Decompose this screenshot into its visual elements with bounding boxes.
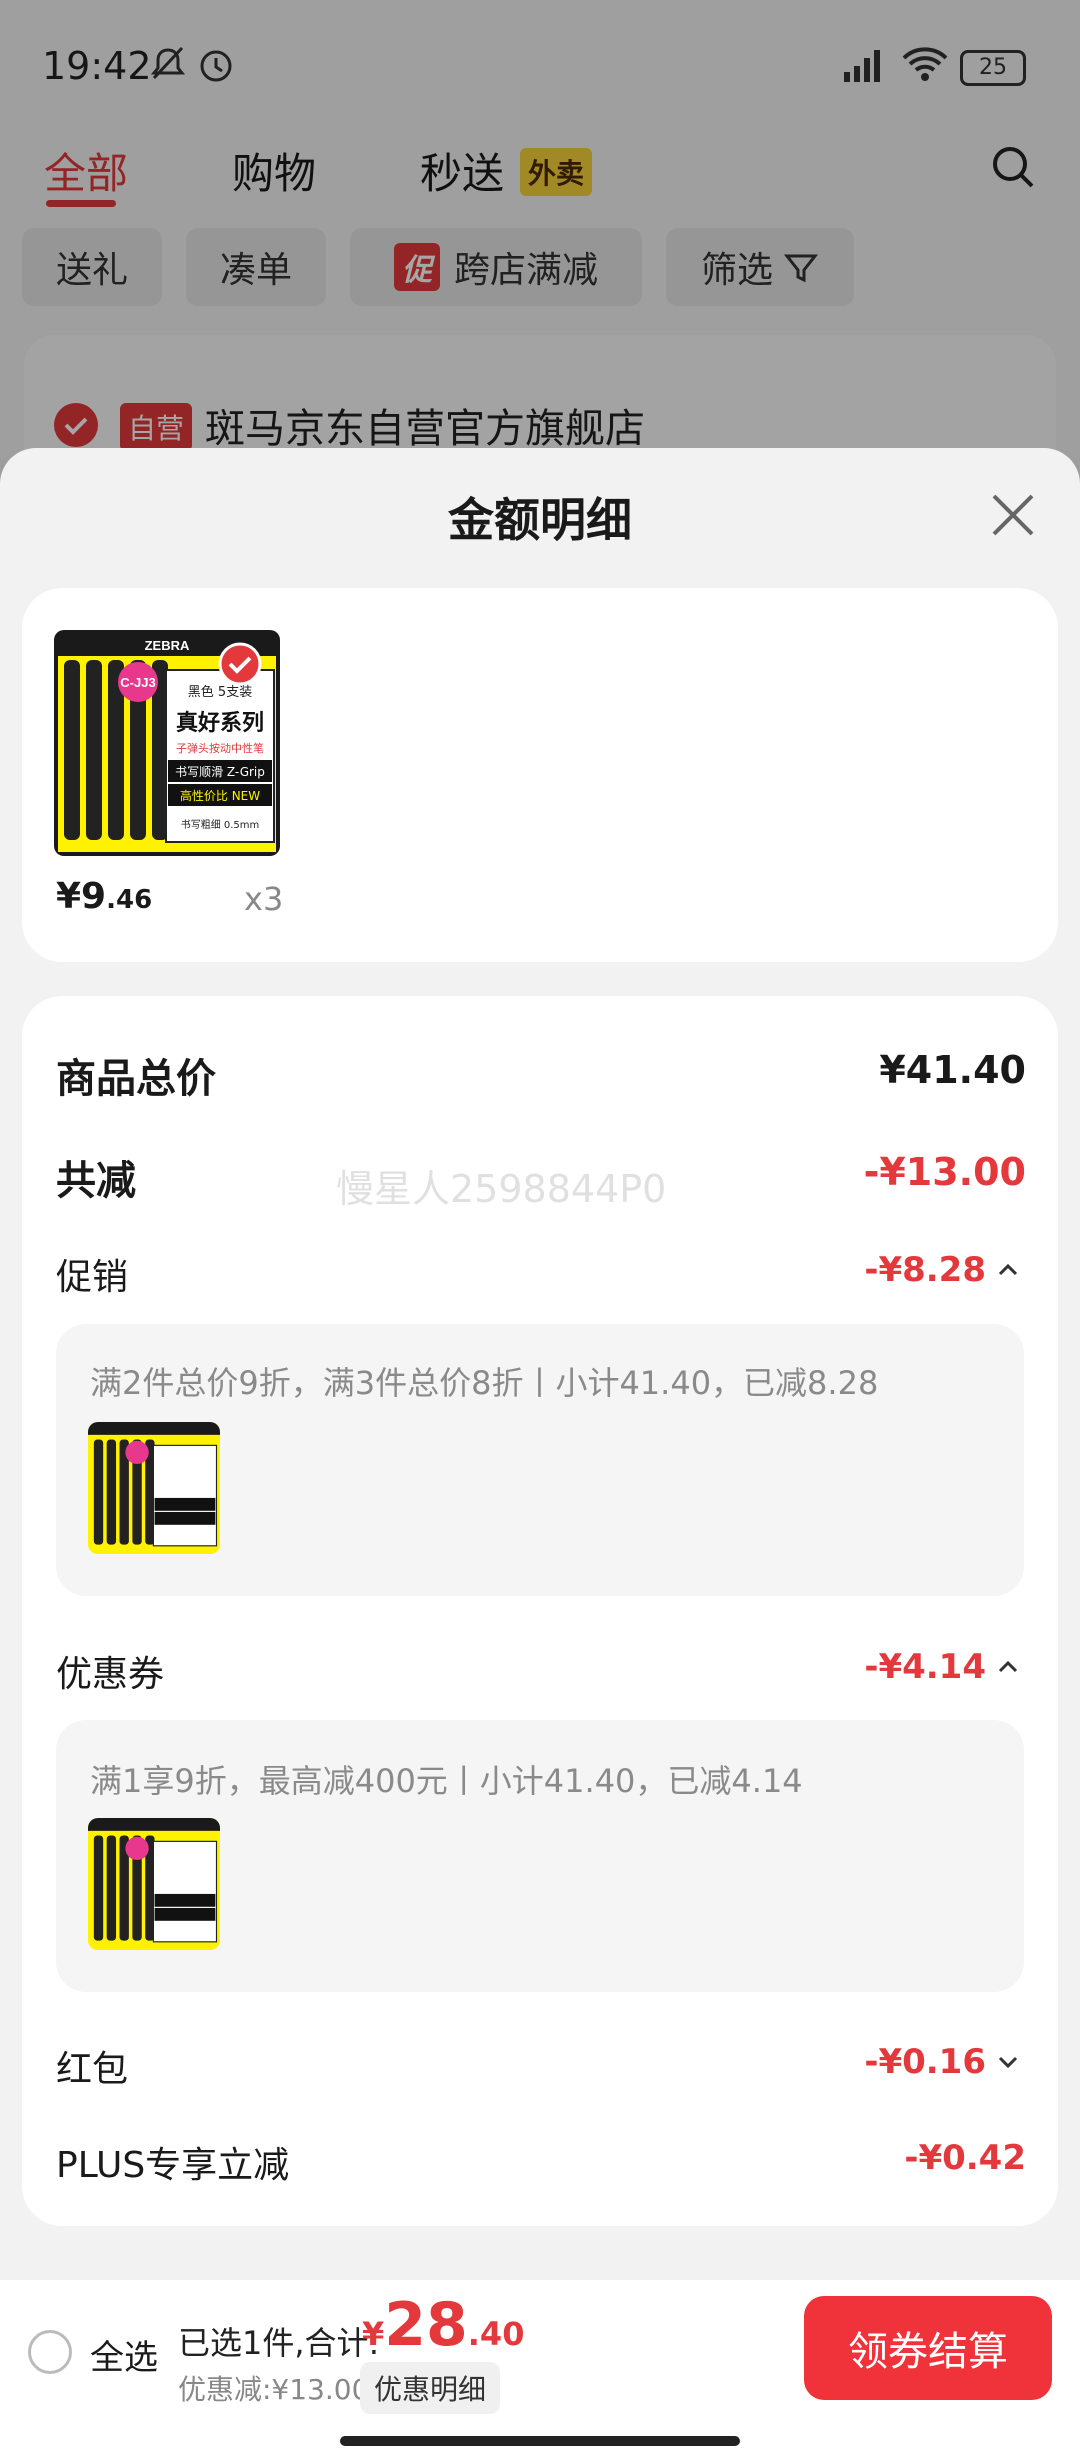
coupon-product-thumb[interactable] xyxy=(88,1818,220,1950)
product-price: ¥9.46 xyxy=(56,876,152,917)
reduce-label: 共减 xyxy=(56,1158,136,1204)
model-text: C-JJ3 xyxy=(120,675,155,690)
feature1-text: 书写顺滑 Z-Grip xyxy=(175,765,265,779)
total-yen: ¥ xyxy=(362,2315,385,2353)
coupon-desc: 满1享9折，最高减400元丨小计41.40，已减4.14 xyxy=(90,1762,803,1800)
close-icon[interactable] xyxy=(988,490,1038,540)
price-int: ¥9 xyxy=(56,876,107,917)
watermark: 慢星人2598844P0 xyxy=(336,1167,667,1211)
plus-label: PLUS专享立减 xyxy=(56,2145,290,2186)
promo-label: 促销 xyxy=(56,1257,129,1298)
total-dec: .40 xyxy=(467,2315,525,2353)
total-int: 28 xyxy=(384,2290,468,2360)
discount-detail-button[interactable]: 优惠明细 xyxy=(360,2362,501,2414)
product-quantity: x3 xyxy=(244,880,284,918)
selected-summary: 已选1件,合计: xyxy=(178,2324,380,2362)
chevron-down-icon xyxy=(998,2056,1018,2069)
product-image[interactable]: ZEBRA C-JJ3 黑色 5支装 真好系列 子弹头按动中性笔 书写顺滑 Z-… xyxy=(54,630,280,856)
brand-text: ZEBRA xyxy=(145,638,190,653)
feature2-text: 高性价比 NEW xyxy=(180,788,260,803)
price-dec: .46 xyxy=(106,885,153,915)
discount-text: 优惠减:¥13.00 xyxy=(178,2373,370,2406)
promo-product-thumb[interactable] xyxy=(88,1422,220,1554)
pack-text: 黑色 5支装 xyxy=(188,684,252,700)
chevron-up-icon xyxy=(998,1263,1018,1276)
chevron-up-icon xyxy=(998,1660,1018,1673)
redpacket-label: 红包 xyxy=(56,2049,129,2090)
redpacket-toggle[interactable]: -¥0.16 xyxy=(700,2042,1022,2082)
coupon-toggle[interactable]: -¥4.14 xyxy=(700,1647,1022,1687)
feature3-text: 书写粗细 0.5mm xyxy=(181,818,260,831)
promo-toggle[interactable]: -¥8.28 xyxy=(700,1250,1022,1290)
checkout-button[interactable]: 领券结算 xyxy=(804,2296,1052,2400)
total-label: 商品总价 xyxy=(56,1056,216,1102)
subtitle-text: 子弹头按动中性笔 xyxy=(176,741,264,755)
home-indicator[interactable] xyxy=(340,2436,740,2446)
select-all-label[interactable]: 全选 xyxy=(90,2330,158,2379)
sheet-title: 金额明细 xyxy=(448,493,632,547)
redpacket-value: -¥0.16 xyxy=(864,2042,986,2082)
promo-desc: 满2件总价9折，满3件总价8折丨小计41.40，已减8.28 xyxy=(90,1364,879,1402)
coupon-value: -¥4.14 xyxy=(864,1647,986,1687)
coupon-label: 优惠券 xyxy=(56,1654,165,1695)
promo-value: -¥8.28 xyxy=(864,1250,986,1290)
series-text: 真好系列 xyxy=(176,710,264,736)
select-all-radio[interactable] xyxy=(28,2330,72,2374)
total-amount: ¥28.40 xyxy=(362,2290,524,2360)
total-value: ¥41.40 xyxy=(879,1048,1026,1092)
reduce-value: -¥13.00 xyxy=(863,1150,1026,1194)
plus-value: -¥0.42 xyxy=(904,2138,1026,2178)
